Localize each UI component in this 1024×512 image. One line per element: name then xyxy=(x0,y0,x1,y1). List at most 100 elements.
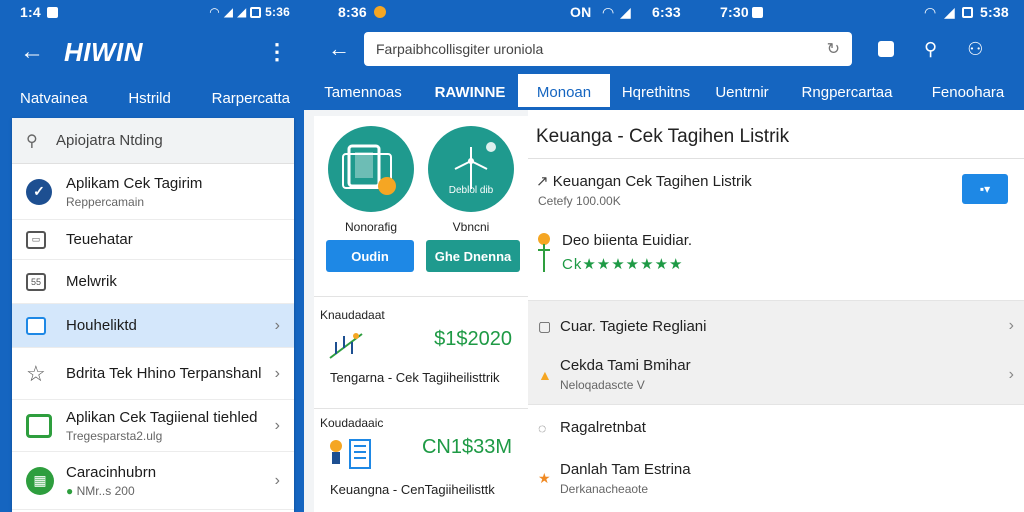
tab-4[interactable]: Uentrnir xyxy=(702,74,782,110)
deal-card[interactable]: Koudadaaic CN1$33M Keuangna - CenTagiihe… xyxy=(320,416,520,508)
chevron-right-icon: › xyxy=(274,416,280,434)
account-icon[interactable]: ⚇ xyxy=(967,39,983,60)
search-bar[interactable]: ⚲ Apiojatra Ntding xyxy=(12,118,294,164)
status-time-far-right: 5:38 xyxy=(980,4,1009,20)
app-bar: ← HIWIN ⋮ xyxy=(0,24,304,80)
button-label: Ghe Dnenna xyxy=(434,248,512,264)
tab-0[interactable]: Natvainea xyxy=(20,90,88,107)
search-icon[interactable]: ⚲ xyxy=(924,39,937,60)
more-vert-icon[interactable]: ⋮ xyxy=(266,39,288,65)
signal-icon-2: ◢ xyxy=(944,3,955,20)
tablet-device-icon xyxy=(342,144,396,195)
deal-name: Keuangna - CenTagiiheilisttk xyxy=(330,482,495,497)
detail-list-item[interactable]: ◌ Ragalretnbat xyxy=(538,419,1014,436)
notification-icon xyxy=(752,6,763,18)
chevron-right-icon: › xyxy=(274,364,280,382)
tab-label: Rngpercartaa xyxy=(801,83,893,101)
detail-row-sub: Cetefy 100.00K xyxy=(538,194,621,208)
tablet-panel: 8:36 ON ◠ ◢ 6:33 7:30 ◠ ◢ 5:38 ← ↻ xyxy=(304,0,1024,512)
list-item-active[interactable]: Houheliktd › xyxy=(12,304,294,348)
divider xyxy=(314,408,528,409)
detail-row-sub: Neloqadascte V xyxy=(560,378,645,392)
tab-1[interactable]: Hstrild xyxy=(128,90,171,107)
url-input[interactable] xyxy=(376,41,827,57)
chevron-right-icon: › xyxy=(1008,365,1014,383)
detail-row: ↗ Keuangan Cek Tagihen Listrik Cetefy 10… xyxy=(536,172,752,208)
list-item-label: Caracinhubrn xyxy=(66,463,157,481)
detail-list-item[interactable]: ▲ Cekda Tami Bmihar Neloqadascte V › xyxy=(538,357,1014,392)
detail-row-label: Ragalretnbat xyxy=(560,419,646,436)
dropdown-button[interactable]: ▪▾ xyxy=(962,174,1008,204)
person-building-icon xyxy=(330,439,371,469)
detail-row-label: Cekda Tami Bmihar xyxy=(560,357,691,374)
get-app-button[interactable]: Ghe Dnenna xyxy=(426,240,520,272)
tab-0[interactable]: Tamennoas xyxy=(304,74,422,110)
list-item[interactable]: ☆ Bdrita Tek Hhino Terpanshanl › xyxy=(12,348,294,400)
star-orange-icon: ★ xyxy=(538,470,551,486)
search-icon: ⚲ xyxy=(26,132,38,150)
list-item-label: Aplikam Cek Tagirim xyxy=(66,174,203,192)
bulb-icon: ◌ xyxy=(538,419,547,436)
tablet-tabs: Tamennoas RAWINNE Monoan Hqrethitns Uent… xyxy=(304,74,1024,110)
divider xyxy=(528,158,1024,159)
back-arrow-icon[interactable]: ← xyxy=(20,38,60,66)
tab-1[interactable]: RAWINNE xyxy=(422,74,518,110)
calendar-icon xyxy=(26,316,46,335)
detail-row: Deo biienta Euidiar. Ck★★★★★★★ xyxy=(536,232,692,273)
calendar-green-icon xyxy=(26,413,52,438)
signal-icon-2: ◢ xyxy=(236,5,247,19)
screen: 1:4 ◠ ◢ ◢ 5:36 ← HIWIN ⋮ Natvainea Hstri… xyxy=(0,0,1024,512)
detail-card: Keuanga - Cek Tagihen Listrik ↗ Keuangan… xyxy=(528,110,1024,300)
tab-2-selected[interactable]: Monoan xyxy=(518,74,610,110)
notification-icon xyxy=(46,6,58,18)
detail-title: Keuanga - Cek Tagihen Listrik xyxy=(536,126,790,147)
apps-column: Nonorafig Oudin Deblol dib Vbncni Ghe Dn… xyxy=(314,116,528,512)
tab-label: Uentrnir xyxy=(715,83,769,101)
detail-row-label: Danlah Tam Estrina xyxy=(560,461,691,478)
open-app-button[interactable]: Oudin xyxy=(326,240,414,272)
chevron-right-icon: › xyxy=(1008,317,1014,334)
signal-icon: ◢ xyxy=(223,5,233,19)
chevron-right-icon: › xyxy=(274,471,280,489)
detail-list-item[interactable]: ▢ Cuar. Tagiete Regliani › xyxy=(538,317,1014,335)
detail-section: ▢ Cuar. Tagiete Regliani › ▲ Cekda Tami … xyxy=(528,300,1024,404)
tab-5[interactable]: Rngpercartaa xyxy=(782,74,912,110)
app-icon: Deblol dib xyxy=(428,126,514,212)
lock-icon: ▢ xyxy=(538,317,552,334)
list-item-label: Teuehatar xyxy=(66,231,133,248)
detail-row-label: Deo biienta Euidiar. xyxy=(562,232,693,249)
phone-list: ⚲ Apiojatra Ntding ✓ Aplikam Cek Tagirim… xyxy=(12,118,294,512)
deal-card[interactable]: Knaudadaat $1$2020 Tengarna - Cek Tagiih… xyxy=(320,308,520,408)
list-item-label: Melwrik xyxy=(66,273,117,290)
list-item[interactable]: Aplikan Cek Tagiienal tiehled Tregespars… xyxy=(12,400,294,452)
list-item[interactable]: ▭ Teuehatar xyxy=(12,220,294,260)
reload-icon[interactable]: ↻ xyxy=(827,39,840,59)
detail-row-sub: Derkanacheaote xyxy=(560,482,649,496)
list-item-label: Houheliktd xyxy=(66,317,137,334)
app-name: Nonorafig xyxy=(344,220,398,234)
tabs-icon[interactable] xyxy=(878,41,894,57)
app-logo: HIWIN xyxy=(64,36,144,67)
tab-2[interactable]: Rarpercatta xyxy=(212,90,290,107)
tab-3[interactable]: Hqrethitns xyxy=(610,74,702,110)
app-card[interactable]: Nonorafig xyxy=(326,126,416,234)
deal-amount: CN1$33M xyxy=(421,436,512,458)
url-bar[interactable]: ↻ xyxy=(364,32,852,66)
tab-6[interactable]: Fenoohara xyxy=(912,74,1024,110)
status-time-center: 6:33 xyxy=(652,4,681,20)
status-time-left: 8:36 xyxy=(338,4,367,20)
back-arrow-icon[interactable]: ← xyxy=(320,36,364,62)
list-item[interactable]: 55 Melwrik xyxy=(12,260,294,304)
phone-status-bar: 1:4 ◠ ◢ ◢ 5:36 xyxy=(0,0,304,24)
wifi-icon-2: ◠ xyxy=(924,3,937,20)
tablet-app-bar: ← ↻ ⚲ ⚇ xyxy=(304,24,1024,74)
list-item-label: Aplikan Cek Tagiienal tiehled xyxy=(66,408,258,426)
list-item[interactable]: ▦ Caracinhubrn ● NMr..s 200 › xyxy=(12,452,294,510)
status-time-right: 7:30 xyxy=(720,4,749,20)
list-item[interactable]: ✓ Aplikam Cek Tagirim Reppercamain xyxy=(12,164,294,220)
app-card[interactable]: Deblol dib Vbncni xyxy=(426,126,516,234)
detail-list-item[interactable]: ★ Danlah Tam Estrina Derkanacheaote xyxy=(538,461,1014,496)
tab-label: Monoan xyxy=(536,83,592,101)
rating-stars: Ck★★★★★★★ xyxy=(562,256,684,273)
battery-icon xyxy=(250,6,262,18)
